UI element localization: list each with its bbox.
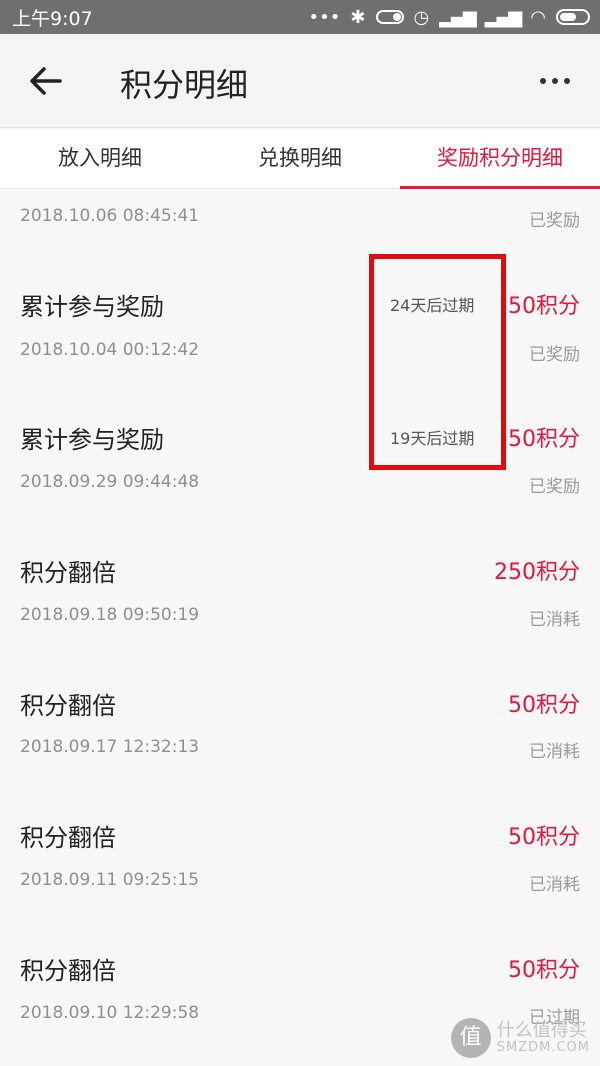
record-time: 2018.09.10 12:29:58 (20, 1003, 200, 1023)
highlight-annotation-box (369, 254, 506, 470)
record-points: 50积分 (508, 427, 580, 452)
tab-bar: 放入明细 兑换明细 奖励积分明细 (0, 129, 600, 189)
record-state: 已消耗 (529, 875, 580, 895)
signal-icon: ▂▄▆ (439, 6, 477, 28)
more-options-icon[interactable] (540, 78, 570, 84)
status-time: 上午9:07 (12, 7, 93, 30)
toggle-icon (375, 10, 404, 24)
record-title: 累计参与奖励 (20, 426, 164, 454)
watermark-text: 什么值得买 SMZDM.COM (497, 1021, 590, 1055)
record-state: 已消耗 (529, 610, 580, 630)
record-state: 已奖励 (529, 345, 580, 365)
record-points: 50积分 (508, 958, 580, 983)
record-title: 积分翻倍 (20, 559, 116, 587)
page-title: 积分明细 (120, 66, 249, 104)
record-time: 2018.09.18 09:50:19 (20, 605, 200, 625)
record-points: 50积分 (508, 294, 580, 319)
record-time: 2018.09.29 09:44:48 (20, 472, 200, 492)
record-title: 累计参与奖励 (20, 293, 164, 321)
record-time: 2018.10.04 00:12:42 (20, 340, 200, 360)
dots-icon: ••• (308, 6, 341, 28)
record-points: 50积分 (508, 825, 580, 850)
tab-deposit-details[interactable]: 放入明细 (0, 129, 200, 188)
record-title: 积分翻倍 (20, 692, 116, 720)
watermark-cn: 什么值得买 (496, 1019, 587, 1041)
record-points: 50积分 (508, 693, 580, 718)
watermark-en: SMZDM.COM (496, 1039, 590, 1055)
back-arrow-icon[interactable] (28, 64, 64, 98)
wifi-icon: ◠ (530, 6, 546, 28)
record-title: 积分翻倍 (20, 824, 116, 852)
battery-icon (556, 9, 590, 25)
alarm-icon: ◷ (413, 6, 430, 28)
signal-icon: ▂▄▆ (484, 6, 523, 28)
tab-reward-points-details[interactable]: 奖励积分明细 (400, 129, 600, 189)
record-points: 250积分 (494, 560, 580, 585)
status-icons: ••• ✱ ◷ ▂▄▆ ▂▄▆ ◠ (309, 7, 590, 28)
record-state: 已奖励 (529, 477, 580, 497)
record-state: 已消耗 (529, 742, 580, 762)
bluetooth-icon: ✱ (350, 6, 366, 28)
record-time: 2018.09.17 12:32:13 (20, 737, 200, 757)
watermark: 值 什么值得买 SMZDM.COM (450, 1018, 590, 1058)
tab-exchange-details[interactable]: 兑换明细 (200, 129, 400, 188)
status-bar: 上午9:07 ••• ✱ ◷ ▂▄▆ ▂▄▆ ◠ (0, 0, 600, 34)
record-title: 积分翻倍 (20, 957, 116, 985)
record-time: 2018.09.11 09:25:15 (20, 870, 200, 890)
record-time: 2018.10.06 08:45:41 (20, 206, 200, 226)
app-bar: 积分明细 (0, 34, 600, 128)
record-state: 已奖励 (529, 211, 580, 231)
watermark-logo-icon: 值 (450, 1018, 491, 1058)
